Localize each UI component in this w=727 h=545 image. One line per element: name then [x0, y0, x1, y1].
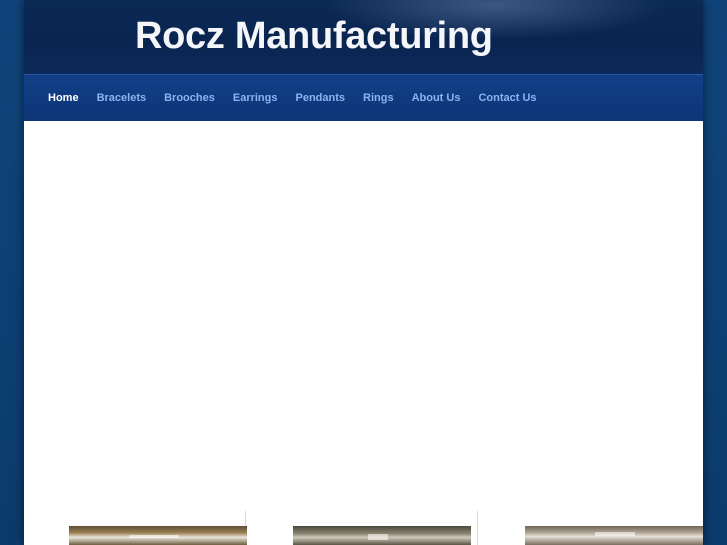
nav-item-earrings[interactable]: Earrings: [233, 92, 278, 104]
nav-item-contact-us[interactable]: Contact Us: [478, 92, 536, 104]
product-thumbnail-image[interactable]: [293, 526, 471, 545]
nav-item-pendants[interactable]: Pendants: [296, 92, 346, 104]
main-content: [24, 121, 703, 545]
nav-item-home[interactable]: Home: [48, 92, 79, 104]
main-navigation: Home Bracelets Brooches Earrings Pendant…: [24, 75, 703, 121]
nav-item-about-us[interactable]: About Us: [412, 92, 461, 104]
nav-item-rings[interactable]: Rings: [363, 92, 394, 104]
site-header: Rocz Manufacturing: [24, 0, 703, 75]
nav-item-brooches[interactable]: Brooches: [164, 92, 215, 104]
product-thumbnail-image[interactable]: [525, 526, 703, 545]
column-divider: [477, 511, 478, 545]
site-title[interactable]: Rocz Manufacturing: [135, 15, 493, 58]
page-container: Rocz Manufacturing Home Bracelets Brooch…: [24, 0, 703, 545]
product-thumbnail-image[interactable]: [69, 526, 247, 545]
nav-item-bracelets[interactable]: Bracelets: [97, 92, 147, 104]
nav-list: Home Bracelets Brooches Earrings Pendant…: [24, 75, 703, 121]
